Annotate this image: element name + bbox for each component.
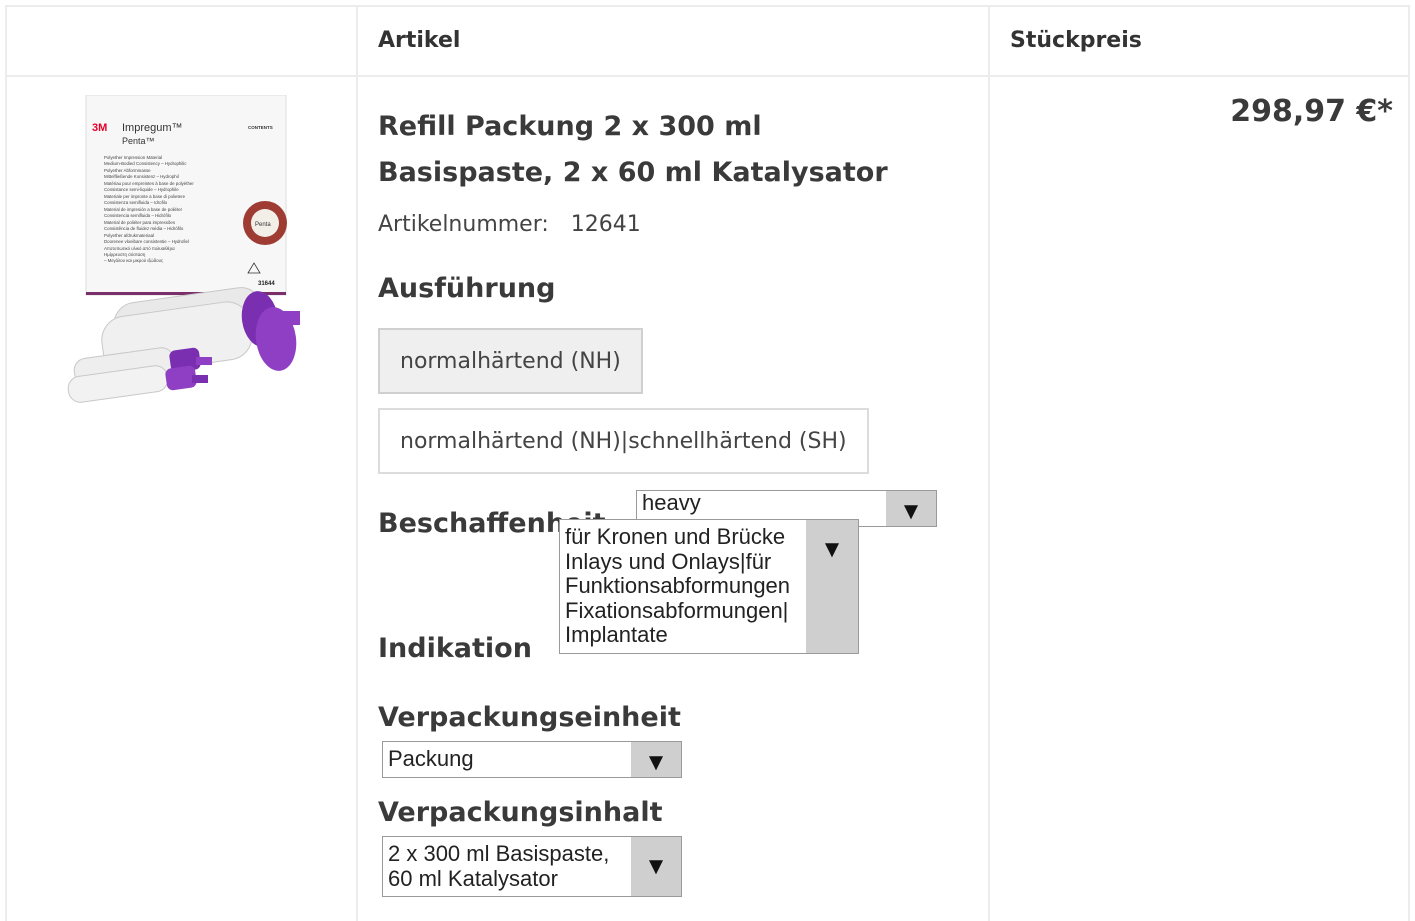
svg-text:Ημίρρευστη σύσταση: Ημίρρευστη σύσταση [104,252,146,257]
svg-text:31644: 31644 [258,281,275,287]
verpackungseinheit-label: Verpackungseinheit [378,702,681,733]
svg-text:Consistance semi-liquide – Hyd: Consistance semi-liquide – Hydrophile [104,187,179,192]
svg-text:Material de impresión a base d: Material de impresión a base de poliéter [104,207,183,212]
svg-text:Mittelfließende Konsistenz – H: Mittelfließende Konsistenz – Hydrophil [104,174,179,179]
ausfuehrung-label: Ausführung [378,273,556,304]
select-value-line: für Kronen und Brücke [565,525,786,549]
svg-text:– Μεγάλου και μικρού ιξώδους: – Μεγάλου και μικρού ιξώδους [104,258,163,263]
header-divider [5,75,1410,77]
product-title-line: Basispaste, 2 x 60 ml Katalysator [378,157,888,188]
svg-text:Impregum™: Impregum™ [122,122,183,134]
article-number: Artikelnummer: 12641 [378,212,641,237]
svg-text:Medium-Bodied Consistency – Hy: Medium-Bodied Consistency – Hydrophilic [104,161,187,166]
brand-text: 3M [92,122,107,134]
select-value-line: 2 x 300 ml Basispaste, [388,842,610,866]
svg-text:CONTENTS: CONTENTS [248,125,273,130]
svg-text:Consistencia semifluida – Hidr: Consistencia semifluida – Hidrófilo [104,213,172,218]
product-title-line: Refill Packung 2 x 300 ml [378,111,762,142]
chevron-down-icon: ▼ [631,837,681,896]
article-number-value: 12641 [570,212,641,237]
verpackungsinhalt-select[interactable]: 2 x 300 ml Basispaste, 60 ml Katalysator… [382,836,682,897]
svg-text:Penta™: Penta™ [122,136,155,146]
svg-text:Matériau pour empreintes à bas: Matériau pour empreintes à base de polyé… [104,181,194,186]
option-button-nh-sh[interactable]: normalhärtend (NH)|schnellhärtend (SH) [378,408,869,474]
product-title[interactable]: Refill Packung 2 x 300 ml Basispaste, 2 … [378,104,938,196]
header-unit-price: Stückpreis [1010,28,1142,53]
select-value: für Kronen und Brücke Inlays und Onlays|… [565,525,807,648]
select-value: Packung [388,746,474,771]
svg-text:Polyether Impression Material: Polyether Impression Material [104,155,162,160]
column-divider [356,5,358,921]
select-value-line: Fixationsabformungen| [565,597,789,623]
svg-text:Consistência de fluidez média: Consistência de fluidez média – Hidrófil… [104,226,184,231]
svg-text:Materiale per impronte a base: Materiale per impronte a base di poliete… [104,194,186,199]
svg-text:Doorenee vloeibare consistenti: Doorenee vloeibare consistentie – Hydrof… [104,239,189,244]
svg-text:Consistenza semifluida – Idrof: Consistenza semifluida – Idrofilo [104,200,168,205]
svg-text:Αποτυπωτικό υλικό από πολυαιθέ: Αποτυπωτικό υλικό από πολυαιθέρα [104,246,175,251]
svg-text:Penta: Penta [255,222,271,228]
select-value-line: Implantate [565,622,668,647]
unit-price: 298,97 €* [1230,94,1393,129]
chevron-down-icon: ▼ [631,742,681,777]
verpackungsinhalt-label: Verpackungsinhalt [378,797,663,828]
select-value-line: 60 ml Katalysator [388,865,558,891]
select-value-line: Funktionsabformungen [565,573,791,598]
article-number-label: Artikelnummer: [378,212,549,237]
indikation-select[interactable]: für Kronen und Brücke Inlays und Onlays|… [559,519,859,654]
header-article: Artikel [378,28,461,53]
select-value: 2 x 300 ml Basispaste, 60 ml Katalysator [388,842,630,891]
column-divider [988,5,990,921]
indikation-label: Indikation [378,633,532,664]
product-image[interactable]: 3M Impregum™ Penta™ CONTENTS Polyether I… [62,95,302,411]
svg-text:Polyether afdrukmateriaal: Polyether afdrukmateriaal [104,233,154,238]
chevron-down-icon: ▼ [886,491,936,526]
select-value: heavy [642,490,701,515]
option-button-nh[interactable]: normalhärtend (NH) [378,328,643,394]
svg-text:Polyether Abformmasse: Polyether Abformmasse [104,168,151,173]
chevron-down-icon: ▼ [806,520,858,653]
select-value-line: Inlays und Onlays|für [565,548,772,574]
cartridges [67,287,300,403]
verpackungseinheit-select[interactable]: Packung ▼ [382,741,682,778]
svg-text:Material de poliéter para impr: Material de poliéter para impressões [104,220,176,225]
